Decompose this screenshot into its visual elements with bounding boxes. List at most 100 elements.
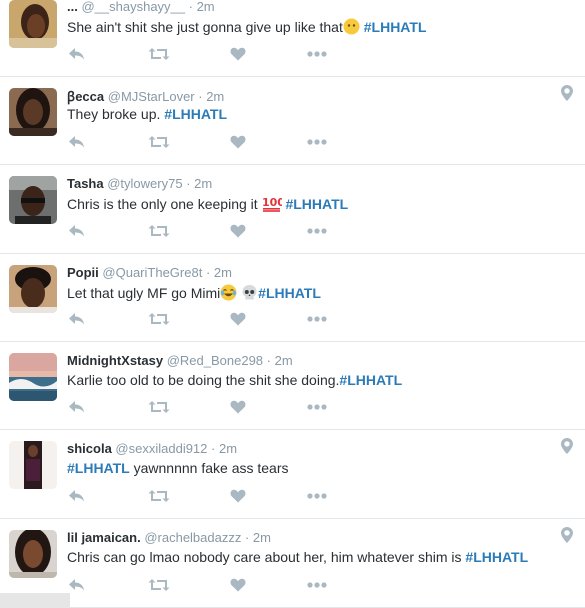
avatar[interactable] (9, 88, 57, 136)
avatar[interactable] (9, 353, 57, 401)
skull-icon (241, 284, 258, 304)
timestamp[interactable]: · 2m (267, 353, 293, 368)
hashtag-link[interactable]: #LHHATL (67, 460, 130, 476)
avatar[interactable] (9, 265, 57, 313)
more-icon[interactable] (307, 489, 327, 503)
retweet-icon[interactable] (148, 224, 170, 238)
hashtag-link[interactable]: #LHHATL (465, 549, 528, 565)
timestamp[interactable]: · 2m (198, 89, 224, 104)
heart-icon[interactable] (230, 135, 246, 149)
more-icon[interactable] (307, 578, 327, 592)
hashtag-link[interactable]: #LHHATL (285, 196, 348, 212)
hashtag-link[interactable]: #LHHATL (164, 106, 227, 122)
tweet-body: They broke up. (67, 106, 165, 122)
display-name[interactable]: Tasha (67, 176, 104, 191)
tweet-text: They broke up. #LHHATL (67, 106, 227, 122)
heart-icon[interactable] (230, 489, 246, 503)
hundred-points-icon: 100 (262, 195, 285, 215)
avatar[interactable] (9, 530, 57, 578)
timestamp[interactable]: · 2m (206, 265, 232, 280)
retweet-icon[interactable] (148, 312, 170, 326)
retweet-icon[interactable] (148, 489, 170, 503)
hashtag-link[interactable]: #LHHATL (258, 285, 321, 301)
retweet-icon[interactable] (148, 47, 170, 61)
display-name[interactable]: Popii (67, 265, 99, 280)
retweet-icon[interactable] (148, 135, 170, 149)
no-mouth-face-icon (343, 18, 360, 38)
tweet-body: Chris can go lmao nobody care about her,… (67, 549, 466, 565)
tweet-header: lil jamaican. @rachelbadazzz · 2m (67, 530, 271, 545)
tweet-header: MidnightXstasy @Red_Bone298 · 2m (67, 353, 293, 368)
tweet-header: ... @__shayshayy__ · 2m (67, 0, 215, 14)
username[interactable]: @QuariTheGre8t (102, 265, 202, 280)
avatar[interactable] (9, 0, 57, 48)
tweet-text: She ain't shit she just gonna give up li… (67, 18, 426, 38)
hashtag-link[interactable]: #LHHATL (364, 19, 427, 35)
tweet[interactable]: MidnightXstasy @Red_Bone298 · 2m Karlie … (0, 342, 585, 430)
heart-icon[interactable] (230, 312, 246, 326)
username[interactable]: @__shayshayy__ (81, 0, 185, 14)
more-icon[interactable] (307, 47, 327, 61)
username[interactable]: @Red_Bone298 (167, 353, 263, 368)
more-icon[interactable] (307, 224, 327, 238)
retweet-icon[interactable] (148, 400, 170, 414)
tweet[interactable]: ... @__shayshayy__ · 2m She ain't shit s… (0, 0, 585, 77)
more-icon[interactable] (307, 312, 327, 326)
timestamp[interactable]: · 2m (186, 176, 212, 191)
display-name[interactable]: ... (67, 0, 78, 14)
tweet[interactable]: ꞵecca @MJStarLover · 2m They broke up. #… (0, 77, 585, 165)
tweet[interactable]: lil jamaican. @rachelbadazzz · 2m Chris … (0, 519, 585, 608)
reply-icon[interactable] (68, 47, 86, 61)
tweet-body: Let that ugly MF go Mimi (67, 285, 221, 301)
laughing-tears-icon (220, 284, 237, 304)
retweet-icon[interactable] (148, 578, 170, 592)
heart-icon[interactable] (230, 400, 246, 414)
heart-icon[interactable] (230, 47, 246, 61)
location-pin-icon[interactable] (561, 85, 573, 106)
tweet-text: Let that ugly MF go Mimi #LHHATL (67, 284, 321, 304)
display-name[interactable]: MidnightXstasy (67, 353, 163, 368)
tweet-text: Karlie too old to be doing the shit she … (67, 372, 402, 388)
tweet-header: shicola @sexxiladdi912 · 2m (67, 441, 237, 456)
reply-icon[interactable] (68, 135, 86, 149)
display-name[interactable]: shicola (67, 441, 112, 456)
avatar[interactable] (9, 176, 57, 224)
tweet-body: Chris is the only one keeping it (67, 196, 262, 212)
tweet-body: yawnnnnn fake ass tears (129, 460, 289, 476)
username[interactable]: @MJStarLover (108, 89, 195, 104)
tweet[interactable]: Popii @QuariTheGre8t · 2m Let that ugly … (0, 254, 585, 342)
reply-icon[interactable] (68, 578, 86, 592)
location-pin-icon[interactable] (561, 438, 573, 459)
tweet-timeline: ... @__shayshayy__ · 2m She ain't shit s… (0, 0, 585, 608)
tweet-header: Popii @QuariTheGre8t · 2m (67, 265, 232, 280)
tweet-body: Karlie too old to be doing the shit she … (67, 372, 340, 388)
reply-icon[interactable] (68, 224, 86, 238)
horizontal-scrollbar[interactable] (0, 593, 70, 608)
location-pin-icon[interactable] (561, 527, 573, 548)
tweet-body: She ain't shit she just gonna give up li… (67, 19, 343, 35)
hashtag-link[interactable]: #LHHATL (339, 372, 402, 388)
display-name[interactable]: ꞵecca (67, 89, 104, 104)
heart-icon[interactable] (230, 578, 246, 592)
timestamp[interactable]: · 2m (245, 530, 271, 545)
svg-text:100: 100 (262, 196, 282, 209)
tweet-header: Tasha @tylowery75 · 2m (67, 176, 212, 191)
username[interactable]: @tylowery75 (107, 176, 182, 191)
reply-icon[interactable] (68, 400, 86, 414)
tweet[interactable]: shicola @sexxiladdi912 · 2m #LHHATL yawn… (0, 430, 585, 519)
tweet[interactable]: Tasha @tylowery75 · 2m Chris is the only… (0, 165, 585, 254)
reply-icon[interactable] (68, 312, 86, 326)
reply-icon[interactable] (68, 489, 86, 503)
timestamp[interactable]: · 2m (189, 0, 215, 14)
username[interactable]: @rachelbadazzz (144, 530, 241, 545)
username[interactable]: @sexxiladdi912 (115, 441, 207, 456)
more-icon[interactable] (307, 135, 327, 149)
tweet-header: ꞵecca @MJStarLover · 2m (67, 87, 224, 105)
tweet-text: #LHHATL yawnnnnn fake ass tears (67, 460, 289, 476)
heart-icon[interactable] (230, 224, 246, 238)
timestamp[interactable]: · 2m (211, 441, 237, 456)
tweet-text: Chris can go lmao nobody care about her,… (67, 549, 528, 565)
display-name[interactable]: lil jamaican. (67, 530, 141, 545)
avatar[interactable] (9, 441, 57, 489)
more-icon[interactable] (307, 400, 327, 414)
